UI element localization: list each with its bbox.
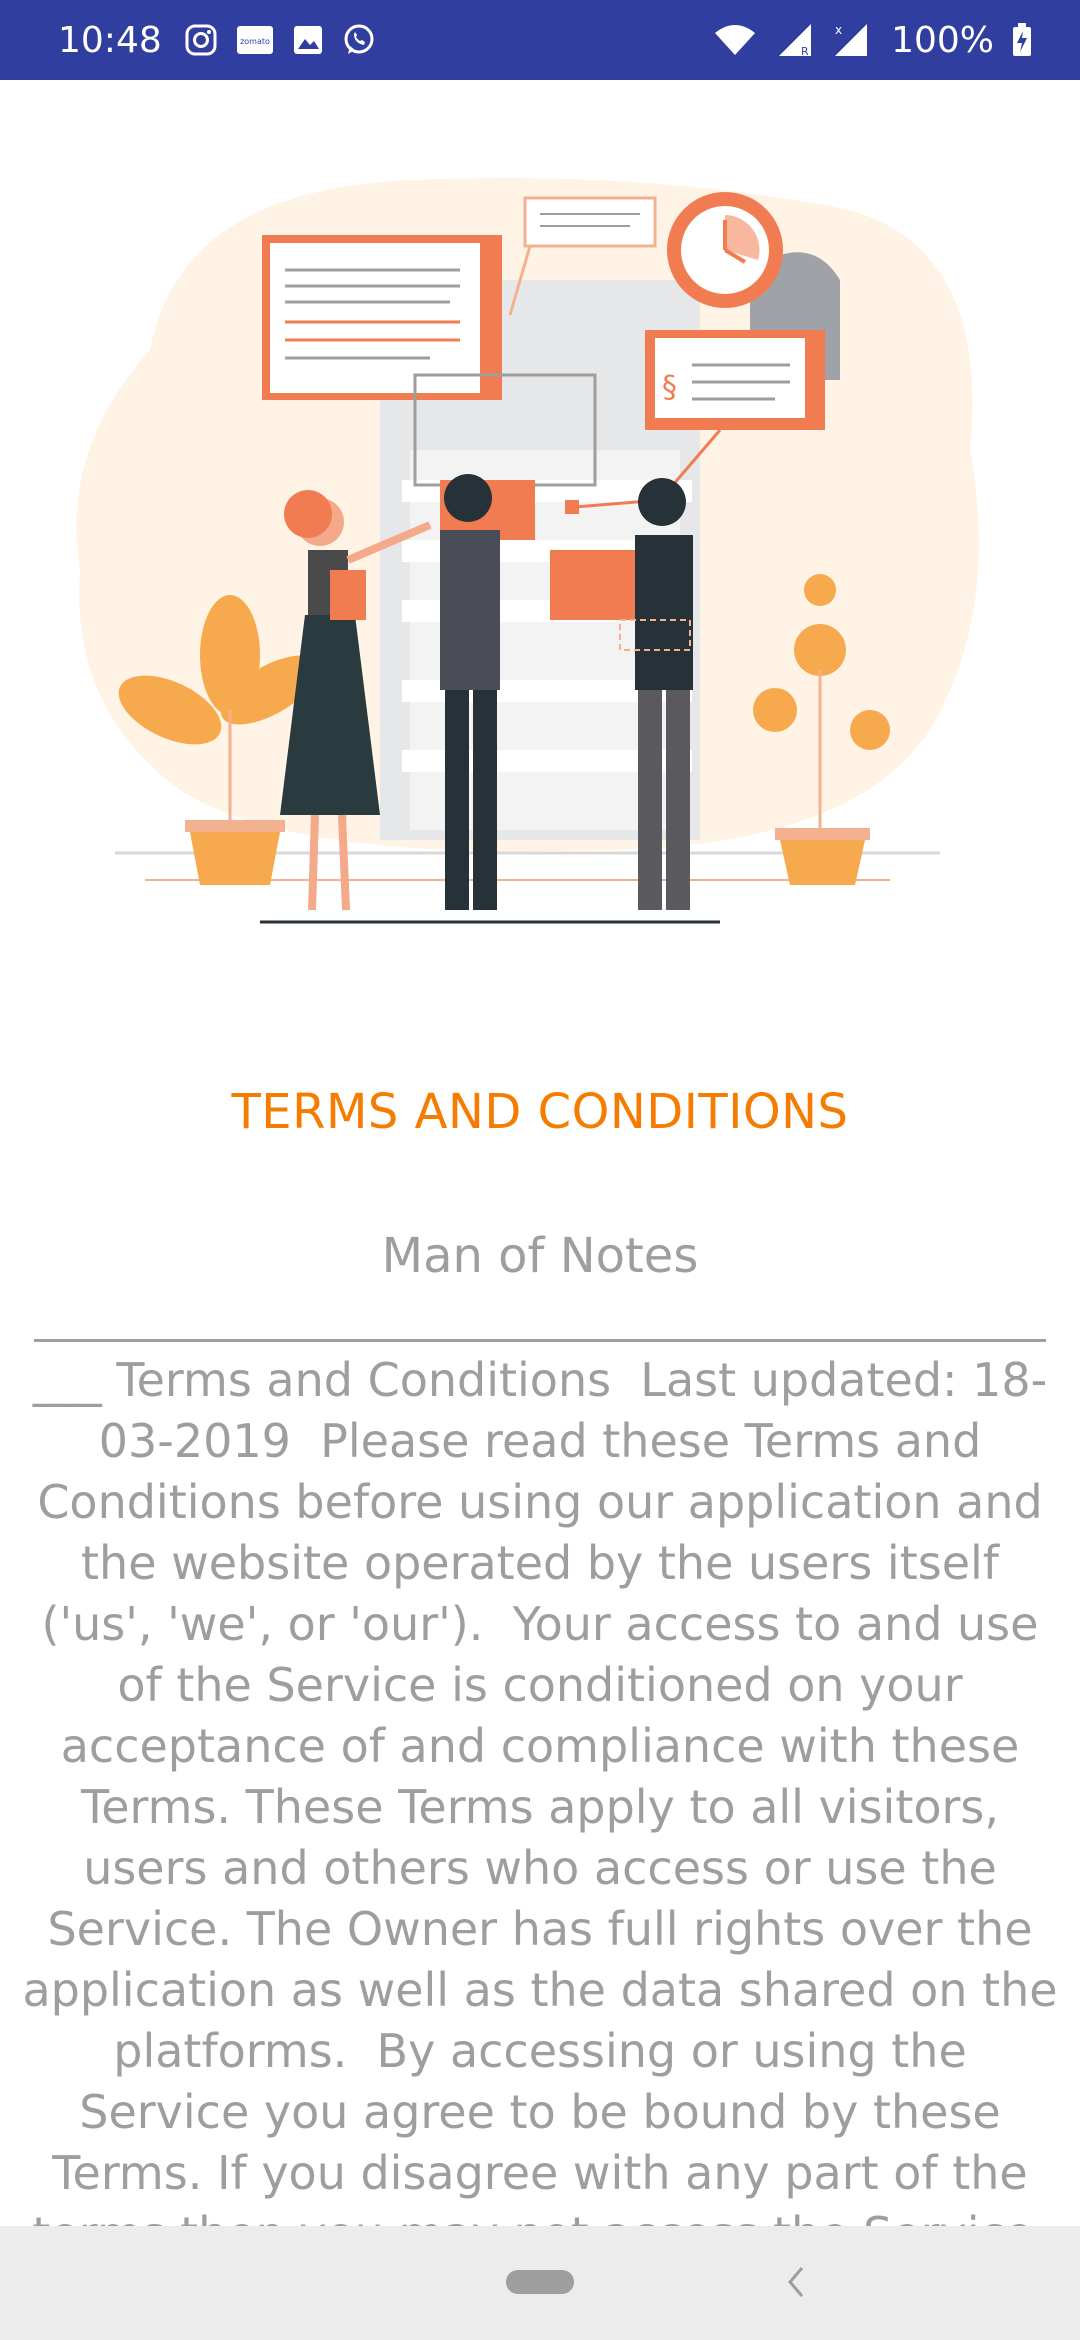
- zomato-icon: zomato: [236, 25, 274, 55]
- status-left: 10:48 zomato: [58, 20, 394, 61]
- home-pill-icon[interactable]: [506, 2270, 574, 2294]
- wifi-icon: [713, 23, 757, 57]
- signal-x-icon: x: [833, 22, 869, 58]
- signal-r-icon: R: [777, 22, 813, 58]
- svg-text:x: x: [835, 23, 842, 37]
- status-bar: 10:48 zomato R x 100%: [0, 0, 1080, 80]
- page-title: TERMS AND CONDITIONS: [231, 1084, 849, 1140]
- gallery-icon: [292, 24, 324, 56]
- terms-body-text[interactable]: ___ Terms and Conditions Last updated: 1…: [22, 1350, 1058, 2226]
- svg-text:R: R: [801, 45, 809, 58]
- battery-percentage: 100%: [891, 19, 994, 61]
- section-mark-text: §: [662, 370, 677, 405]
- battery-charging-icon: [1012, 23, 1032, 57]
- status-right: R x 100%: [707, 20, 1046, 61]
- divider: [34, 1339, 1046, 1342]
- instagram-icon: [184, 23, 218, 57]
- status-time: 10:48: [58, 19, 162, 61]
- app-name: Man of Notes: [381, 1228, 699, 1284]
- people-reviewing-documents-illustration: §: [30, 150, 1050, 950]
- back-chevron-icon[interactable]: [780, 2260, 810, 2304]
- whatsapp-icon: [342, 23, 376, 57]
- zomato-logo-text: zomato: [240, 37, 270, 46]
- navigation-bar: [0, 2226, 1080, 2340]
